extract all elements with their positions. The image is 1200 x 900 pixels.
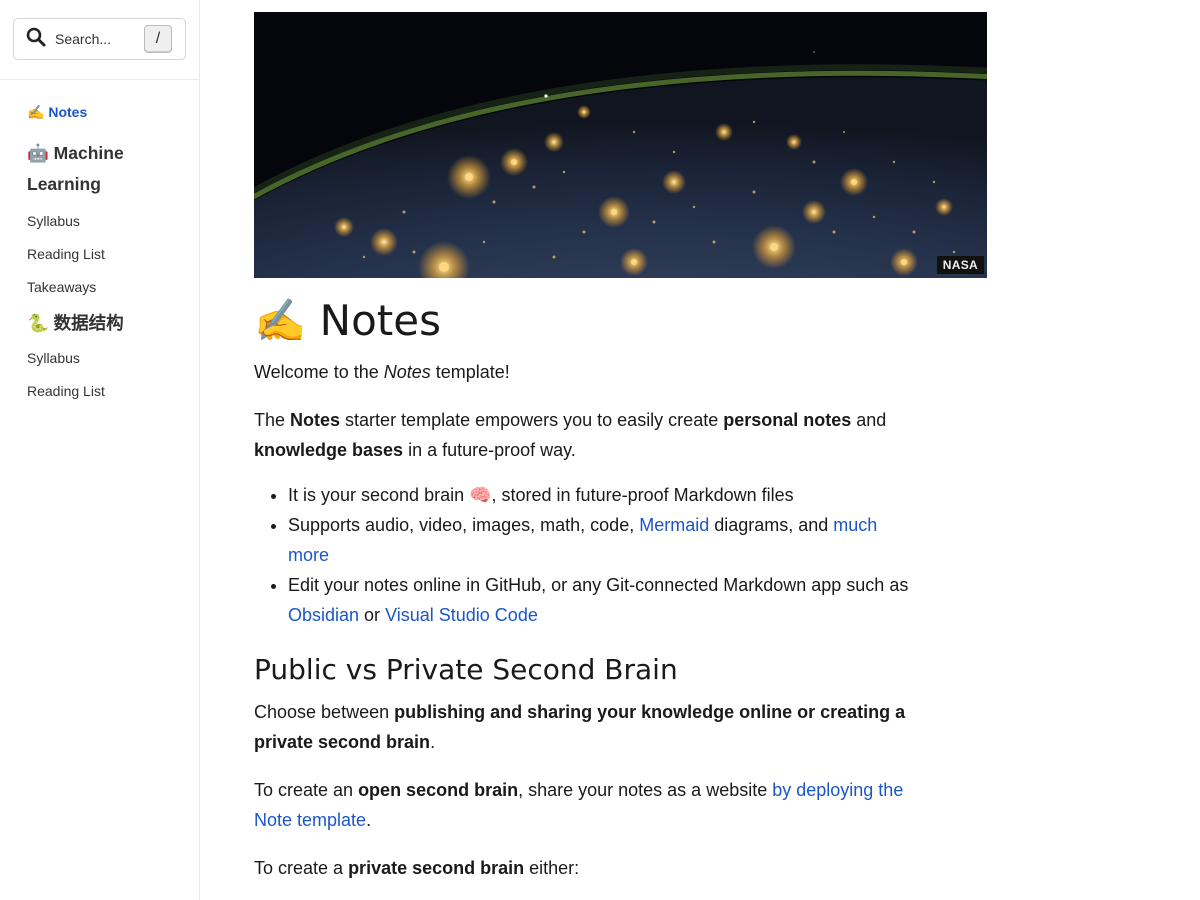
hero-image: NASA xyxy=(254,12,987,278)
choose-paragraph: Choose between publishing and sharing yo… xyxy=(254,697,914,757)
text: To create an xyxy=(254,780,359,800)
search-area: Search... / xyxy=(0,0,199,80)
text: It is your second brain xyxy=(288,485,470,505)
sidebar-item-reading-list[interactable]: Reading List xyxy=(27,238,199,271)
text: starter template empowers you to easily … xyxy=(340,410,724,430)
sidebar-group-title[interactable]: 🤖 Machine Learning xyxy=(27,138,199,199)
text: Welcome to the xyxy=(254,362,384,382)
search-placeholder: Search... xyxy=(55,31,112,47)
page-title: ✍️ Notes xyxy=(254,290,914,352)
sidebar-item-reading-list[interactable]: Reading List xyxy=(27,375,199,408)
text: , share your notes as a website xyxy=(518,780,773,800)
sidebar-group-title-line1: Machine xyxy=(53,143,124,163)
text: To create a xyxy=(254,858,349,878)
sidebar-group-title[interactable]: 🐍 数据结构 xyxy=(27,308,199,339)
search-shortcut-key: / xyxy=(144,25,172,53)
sidebar-item-syllabus[interactable]: Syllabus xyxy=(27,205,199,238)
sidebar-item-notes[interactable]: ✍️ Notes xyxy=(27,104,199,126)
writing-hand-icon: ✍️ xyxy=(27,105,45,121)
python-icon: 🐍 xyxy=(27,314,49,334)
obsidian-link[interactable]: Obsidian xyxy=(288,605,359,625)
welcome-paragraph: Welcome to the Notes template! xyxy=(254,357,914,387)
text: The xyxy=(254,410,291,430)
text: diagrams, and xyxy=(709,515,834,535)
bold-text: personal notes xyxy=(723,410,852,430)
emphasis: Notes xyxy=(383,362,431,382)
text: either: xyxy=(524,858,580,878)
text: Choose between xyxy=(254,702,395,722)
sidebar-group-title-line2: Learning xyxy=(27,174,101,194)
bold-text: private second brain xyxy=(348,858,525,878)
search-icon xyxy=(26,27,46,52)
sidebar-item-syllabus[interactable]: Syllabus xyxy=(27,342,199,375)
bold-text: knowledge bases xyxy=(254,440,404,460)
image-credit: NASA xyxy=(936,256,984,274)
robot-icon: 🤖 xyxy=(27,144,49,164)
earth-at-night-image xyxy=(254,12,987,278)
text: and xyxy=(851,410,887,430)
article: ✍️ Notes Welcome to the Notes template! … xyxy=(254,290,914,883)
private-brain-paragraph: To create a private second brain either: xyxy=(254,853,914,883)
list-item: Edit your notes online in GitHub, or any… xyxy=(288,570,914,630)
writing-hand-icon: ✍️ xyxy=(254,296,307,345)
text: or xyxy=(359,605,386,625)
sidebar: Search... / ✍️ Notes 🤖 Machine Learning … xyxy=(0,0,200,900)
sidebar-group-data-structures: 🐍 数据结构 Syllabus Reading List xyxy=(27,308,199,408)
bold-text: Notes xyxy=(290,410,341,430)
sidebar-group-machine-learning: 🤖 Machine Learning Syllabus Reading List… xyxy=(27,138,199,304)
sidebar-group-title-text: 数据结构 xyxy=(53,313,124,333)
search-button[interactable]: Search... / xyxy=(13,18,186,60)
text: Edit your notes online in GitHub, or any… xyxy=(288,575,909,595)
page-title-text: Notes xyxy=(319,296,441,345)
sidebar-item-label: Notes xyxy=(48,104,88,120)
text: Supports audio, video, images, math, cod… xyxy=(288,515,640,535)
text: in a future-proof way. xyxy=(403,440,576,460)
section-heading: Public vs Private Second Brain xyxy=(254,653,678,686)
sidebar-nav: ✍️ Notes 🤖 Machine Learning Syllabus Rea… xyxy=(0,80,199,408)
feature-list: It is your second brain 🧠, stored in fut… xyxy=(254,480,914,630)
brain-icon: 🧠 xyxy=(469,485,492,505)
text: template! xyxy=(430,362,510,382)
text: , stored in future-proof Markdown files xyxy=(491,485,794,505)
list-item: It is your second brain 🧠, stored in fut… xyxy=(288,480,914,510)
sidebar-item-takeaways[interactable]: Takeaways xyxy=(27,271,199,304)
intro-paragraph: The Notes starter template empowers you … xyxy=(254,405,914,465)
text: . xyxy=(366,810,372,830)
mermaid-link[interactable]: Mermaid xyxy=(639,515,709,535)
text: . xyxy=(430,732,436,752)
bold-text: open second brain xyxy=(358,780,519,800)
list-item: Supports audio, video, images, math, cod… xyxy=(288,510,914,570)
vscode-link[interactable]: Visual Studio Code xyxy=(385,605,538,625)
open-brain-paragraph: To create an open second brain, share yo… xyxy=(254,775,914,835)
